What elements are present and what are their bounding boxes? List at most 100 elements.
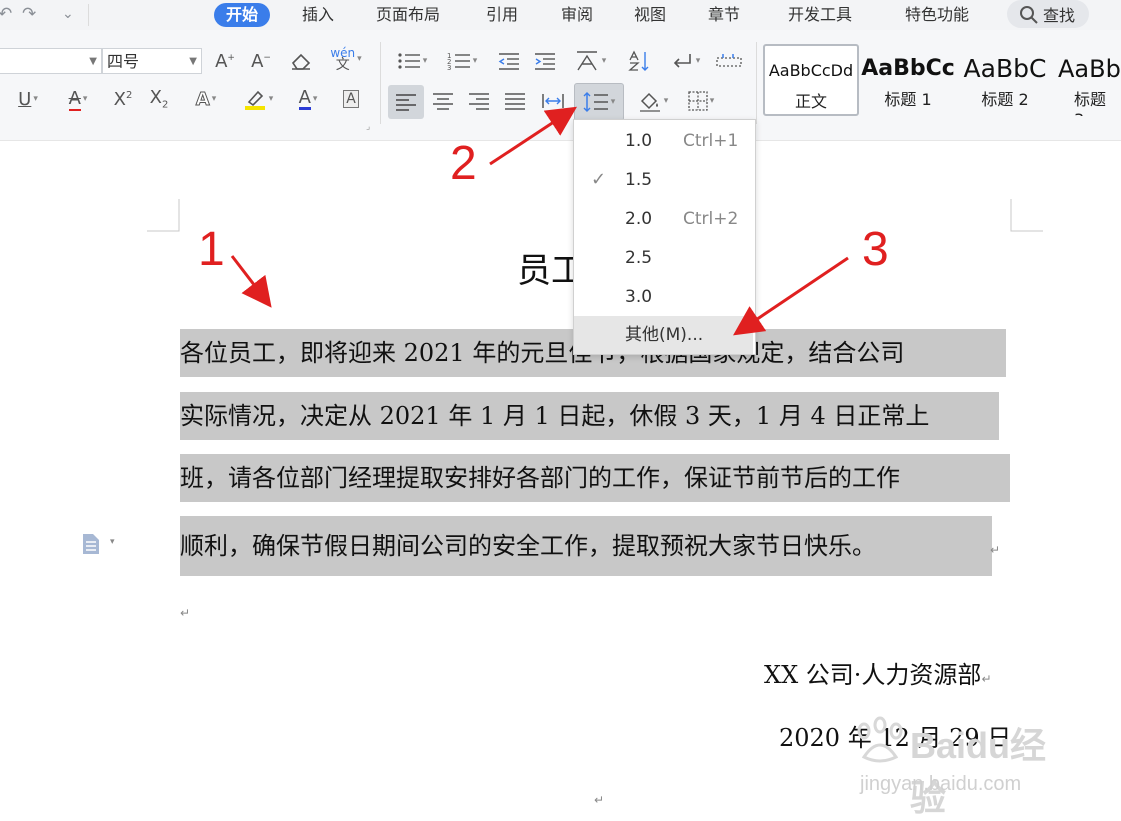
style-normal[interactable]: AaBbCcDd 正文 <box>763 44 859 116</box>
watermark-brand: Baidu经验 <box>910 725 1047 818</box>
tab-features[interactable]: 特色功能 <box>905 3 969 27</box>
line-spacing-menu: 1.0 Ctrl+1 ✓ 1.5 2.0 Ctrl+2 2.5 3.0 其他(M)..… <box>573 119 756 355</box>
style-heading-2[interactable]: AaBbC 标题 2 <box>957 44 1053 116</box>
distribute-button[interactable] <box>538 87 568 115</box>
menu-item-spacing-3-0[interactable]: 3.0 <box>574 278 753 316</box>
paragraph-line[interactable]: 班，请各位部门经理提取安排好各部门的工作，保证节前节后的工作 <box>180 454 1010 502</box>
page-corner-mark <box>1010 199 1043 232</box>
outdent-icon <box>498 53 519 70</box>
menu-item-spacing-2-5[interactable]: 2.5 <box>574 239 753 277</box>
increase-indent-button[interactable] <box>530 47 560 75</box>
font-name-combo[interactable]: ▼ <box>0 48 102 74</box>
superscript-button[interactable]: X2 <box>108 85 138 113</box>
align-center-icon <box>433 93 453 110</box>
style-heading-3[interactable]: AaBbC 标题 3 <box>1054 44 1121 116</box>
search-button[interactable]: 查找 <box>1007 0 1089 28</box>
style-heading-1[interactable]: AaBbCc 标题 1 <box>860 44 956 116</box>
quick-access-dropdown-icon[interactable]: ⌄ <box>62 6 74 22</box>
tab-developer[interactable]: 开发工具 <box>788 3 852 27</box>
menu-item-spacing-1-5[interactable]: ✓ 1.5 <box>574 161 753 199</box>
font-dialog-launcher-icon[interactable]: ⌟ <box>366 122 370 132</box>
tab-stop-button[interactable] <box>714 47 744 75</box>
paragraph-mark-icon <box>673 54 691 68</box>
menu-item-spacing-2-0[interactable]: 2.0 Ctrl+2 <box>574 200 753 238</box>
underline-button[interactable]: U ▾ <box>8 85 48 113</box>
paragraph-line[interactable]: 实际情况，决定从 2021 年 1 月 1 日起，休假 3 天，1 月 4 日正… <box>180 392 999 440</box>
subscript-button[interactable]: X2 <box>144 85 174 113</box>
align-left-button[interactable] <box>388 85 424 119</box>
watermark: Baidu经验 jingyan.baidu.com <box>840 715 1070 818</box>
justify-icon <box>505 93 525 110</box>
tab-page-layout[interactable]: 页面布局 <box>376 3 440 27</box>
strikethrough-button[interactable]: A ▾ <box>56 85 100 113</box>
tab-view[interactable]: 视图 <box>634 3 666 27</box>
decrease-indent-button[interactable] <box>494 47 524 75</box>
font-size-combo[interactable]: 四号 ▼ <box>102 48 202 74</box>
numbering-button[interactable]: 1 2 3 ▾ <box>442 47 482 75</box>
underline-icon: U <box>18 88 32 110</box>
superscript-icon: X2 <box>113 88 133 110</box>
style-sample: AaBbCcDd <box>768 61 854 80</box>
subscript-icon: X2 <box>149 87 169 111</box>
menu-item-shortcut: Ctrl+2 <box>683 209 739 229</box>
text-effect-button[interactable]: A ▾ <box>184 85 228 113</box>
signature-line: XX 公司·人力资源部↵ <box>764 655 992 690</box>
tab-home[interactable]: 开始 <box>214 3 271 27</box>
highlighter-icon <box>244 90 265 110</box>
clear-format-button[interactable] <box>286 47 316 75</box>
strikethrough-icon: A <box>68 87 81 111</box>
shrink-font-button[interactable]: A− <box>246 47 276 75</box>
tab-references[interactable]: 引用 <box>486 3 518 27</box>
highlight-button[interactable]: ▾ <box>236 85 280 113</box>
tab-chapter[interactable]: 章节 <box>708 3 740 27</box>
paragraph-mark-icon: ↵ <box>180 606 191 620</box>
paint-bucket-icon <box>639 92 660 112</box>
menu-item-value: 2.5 <box>625 248 653 268</box>
border-grid-icon <box>688 91 708 111</box>
phonetic-guide-button[interactable]: wén 文 ▾ <box>326 45 366 73</box>
grow-font-button[interactable]: A+ <box>210 47 240 75</box>
menu-item-other[interactable]: 其他(M)... <box>574 316 753 354</box>
char-shading-button[interactable]: A <box>336 85 366 113</box>
chevron-down-icon: ▼ <box>189 56 197 67</box>
sort-icon <box>628 50 649 71</box>
line-spacing-button[interactable]: ▾ <box>574 83 624 121</box>
chevron-down-icon: ▼ <box>89 56 97 67</box>
signature-text: XX 公司·人力资源部 <box>764 661 982 689</box>
chinese-layout-button[interactable]: ▾ <box>570 47 610 75</box>
style-label: 标题 1 <box>884 90 932 109</box>
align-right-button[interactable] <box>464 87 494 115</box>
redo-icon[interactable]: ↷ <box>22 4 36 24</box>
menu-item-value: 其他(M)... <box>625 325 704 345</box>
annotation-number-2: 2 <box>450 137 477 190</box>
paragraph-handle[interactable]: ▾ <box>80 533 115 559</box>
align-center-button[interactable] <box>428 87 458 115</box>
style-label: 正文 <box>794 92 827 111</box>
checkmark-icon: ✓ <box>591 169 607 190</box>
tab-review[interactable]: 审阅 <box>561 3 593 27</box>
font-color-button[interactable]: A ▾ <box>288 85 328 113</box>
menu-item-shortcut: Ctrl+1 <box>683 131 739 151</box>
bullets-button[interactable]: ▾ <box>392 47 432 75</box>
paragraph-mark-icon: ↵ <box>990 543 1001 557</box>
borders-button[interactable]: ▾ <box>680 87 722 115</box>
page-corner-mark <box>147 199 180 232</box>
show-marks-button[interactable]: ▾ <box>664 47 706 75</box>
top-tab-bar: ↶ ↷ ⌄ 开始 插入 页面布局 引用 审阅 视图 章节 开发工具 特色功能 查… <box>0 0 1121 30</box>
document-icon <box>83 534 99 554</box>
style-label: 标题 3 <box>1074 90 1107 116</box>
paragraph-mark-icon: ↵ <box>594 793 605 807</box>
shading-button[interactable]: ▾ <box>632 87 674 115</box>
search-icon <box>1020 6 1038 24</box>
indent-icon <box>535 53 555 70</box>
justify-button[interactable] <box>500 87 530 115</box>
paragraph-line[interactable]: 顺利，确保节假日期间公司的安全工作，提取预祝大家节日快乐。 <box>180 516 992 576</box>
sort-button[interactable] <box>624 47 654 75</box>
menu-item-value: 1.0 <box>625 131 653 151</box>
shrink-font-icon: A− <box>251 50 271 72</box>
tab-insert[interactable]: 插入 <box>302 3 334 27</box>
undo-tail-icon[interactable]: ↶ <box>0 4 12 24</box>
watermark-url: jingyan.baidu.com <box>860 773 1022 795</box>
font-size-value: 四号 <box>107 52 140 71</box>
menu-item-spacing-1-0[interactable]: 1.0 Ctrl+1 <box>574 122 753 160</box>
